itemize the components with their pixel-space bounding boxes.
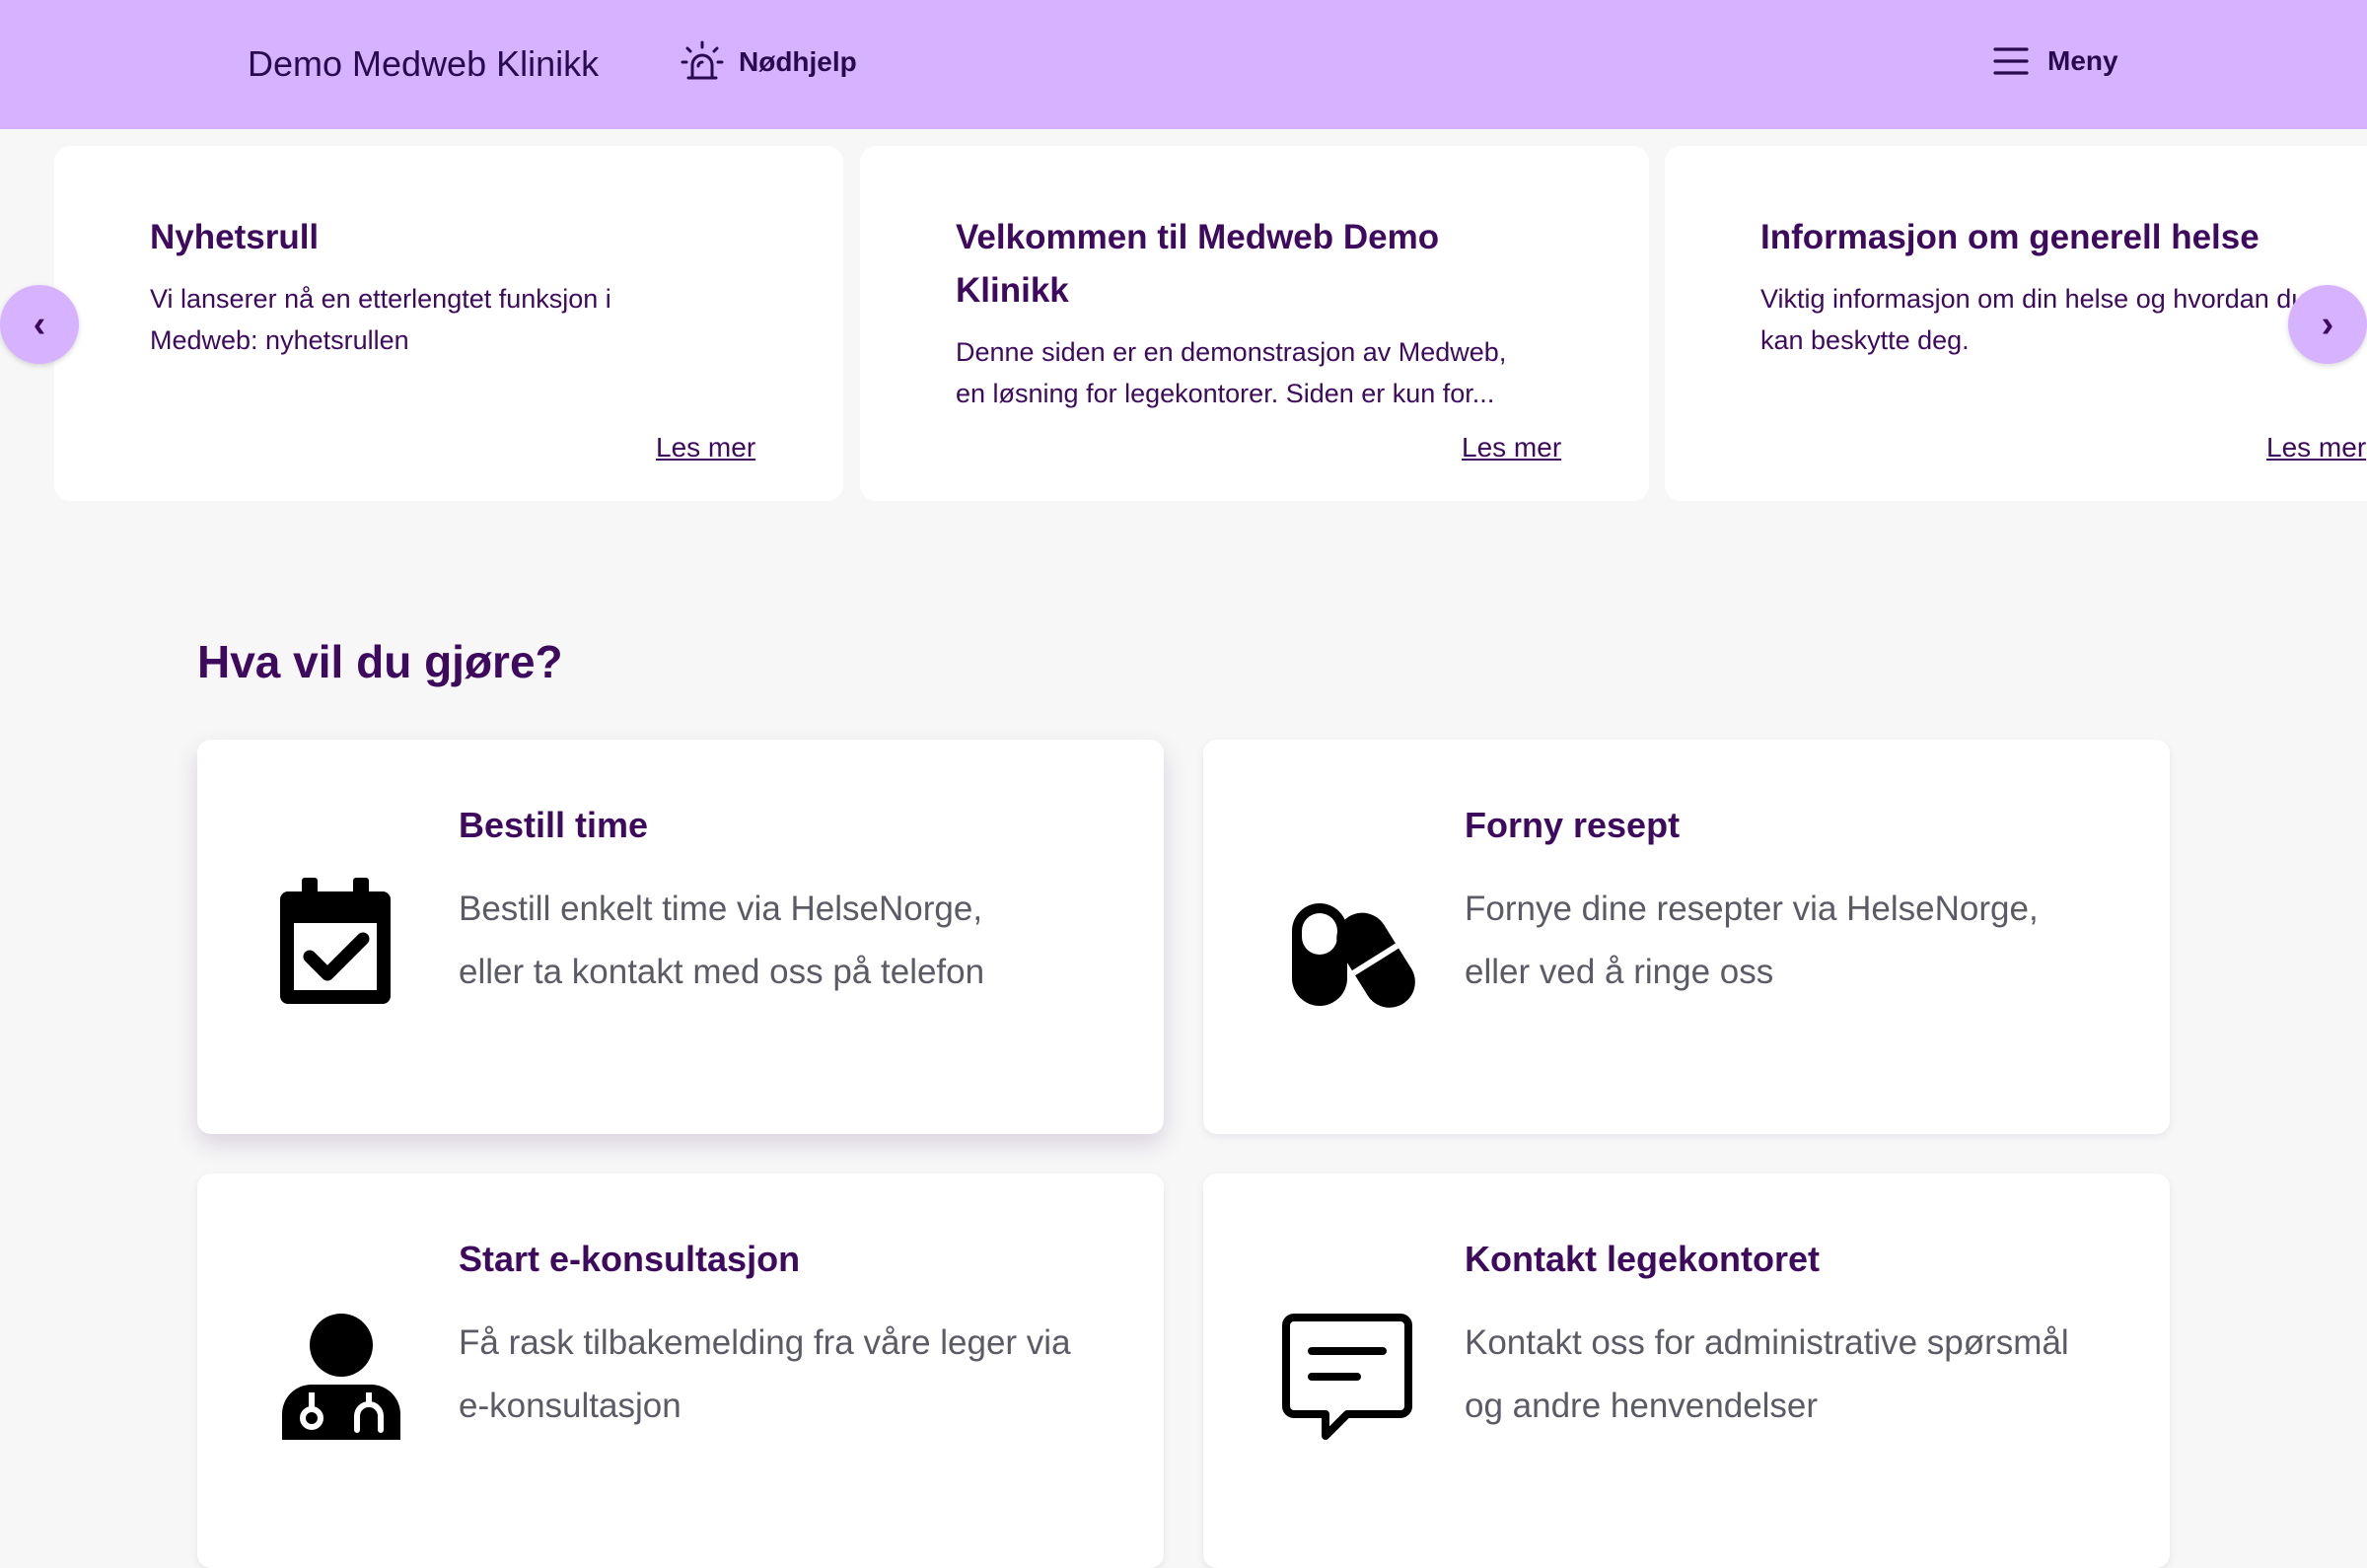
- action-title: Kontakt legekontoret: [1465, 1239, 1821, 1279]
- news-card-text: Denne siden er en demonstrasjon av Medwe…: [956, 337, 1507, 408]
- menu-label: Meny: [2047, 45, 2118, 76]
- carousel-next-button[interactable]: ›: [2288, 285, 2367, 364]
- news-card-title: Informasjon om generell helse: [1760, 218, 2259, 256]
- news-card-text: Viktig informasjon om din helse og hvord…: [1760, 284, 2307, 355]
- news-carousel: Nyhetsrull Vi lanserer nå en etterlengte…: [0, 129, 2367, 524]
- news-card[interactable]: Informasjon om generell helse Viktig inf…: [1665, 146, 2367, 501]
- news-card[interactable]: Nyhetsrull Vi lanserer nå en etterlengte…: [54, 146, 843, 501]
- read-more-link[interactable]: Les mer: [2266, 432, 2366, 463]
- book-appointment-card[interactable]: Bestill time Bestill enkelt time via Hel…: [197, 740, 1164, 1134]
- action-title: Start e-konsultasjon: [459, 1239, 801, 1279]
- pills-icon: [1292, 903, 1415, 1008]
- read-more-link[interactable]: Les mer: [656, 432, 755, 463]
- hamburger-icon: [1993, 47, 2029, 75]
- read-more-link[interactable]: Les mer: [1462, 432, 1561, 463]
- calendar-check-icon: [280, 878, 391, 1004]
- action-title: Bestill time: [459, 805, 649, 845]
- action-title: Forny resept: [1465, 805, 1681, 845]
- news-card-title: Nyhetsrull: [150, 218, 320, 256]
- emergency-link[interactable]: Nødhjelp: [680, 39, 857, 85]
- action-description: Kontakt oss for administrative spørsmål o…: [1465, 1323, 2069, 1425]
- doctor-icon: [282, 1314, 400, 1440]
- emergency-label: Nødhjelp: [739, 46, 857, 77]
- section-title: Hva vil du gjøre?: [197, 636, 563, 687]
- renew-prescription-card[interactable]: Forny resept Fornye dine resepter via He…: [1203, 740, 2170, 1134]
- news-card-title: Velkommen til Medweb Demo Klinikk: [956, 218, 1440, 310]
- action-description: Fornye dine resepter via HelseNorge, elle…: [1465, 890, 2039, 991]
- action-description: Bestill enkelt time via HelseNorge, eller…: [459, 890, 985, 991]
- action-description: Få rask tilbakemelding fra våre leger vi…: [459, 1323, 1071, 1425]
- carousel-prev-button[interactable]: ‹: [0, 285, 79, 364]
- menu-button[interactable]: Meny: [1992, 45, 2118, 77]
- news-card-text: Vi lanserer nå en etterlengtet funksjon …: [150, 284, 611, 355]
- chat-message-icon: [1282, 1314, 1412, 1440]
- news-card[interactable]: Velkommen til Medweb Demo Klinikk Denne s…: [860, 146, 1649, 501]
- siren-icon: [681, 40, 724, 80]
- contact-office-card[interactable]: Kontakt legekontoret Kontakt oss for adm…: [1203, 1174, 2170, 1568]
- e-consultation-card[interactable]: Start e-konsultasjon Få rask tilbakemeld…: [197, 1174, 1164, 1568]
- site-brand[interactable]: Demo Medweb Klinikk: [248, 43, 599, 85]
- top-header: Demo Medweb Klinikk Nødhjelp Meny: [0, 0, 2367, 129]
